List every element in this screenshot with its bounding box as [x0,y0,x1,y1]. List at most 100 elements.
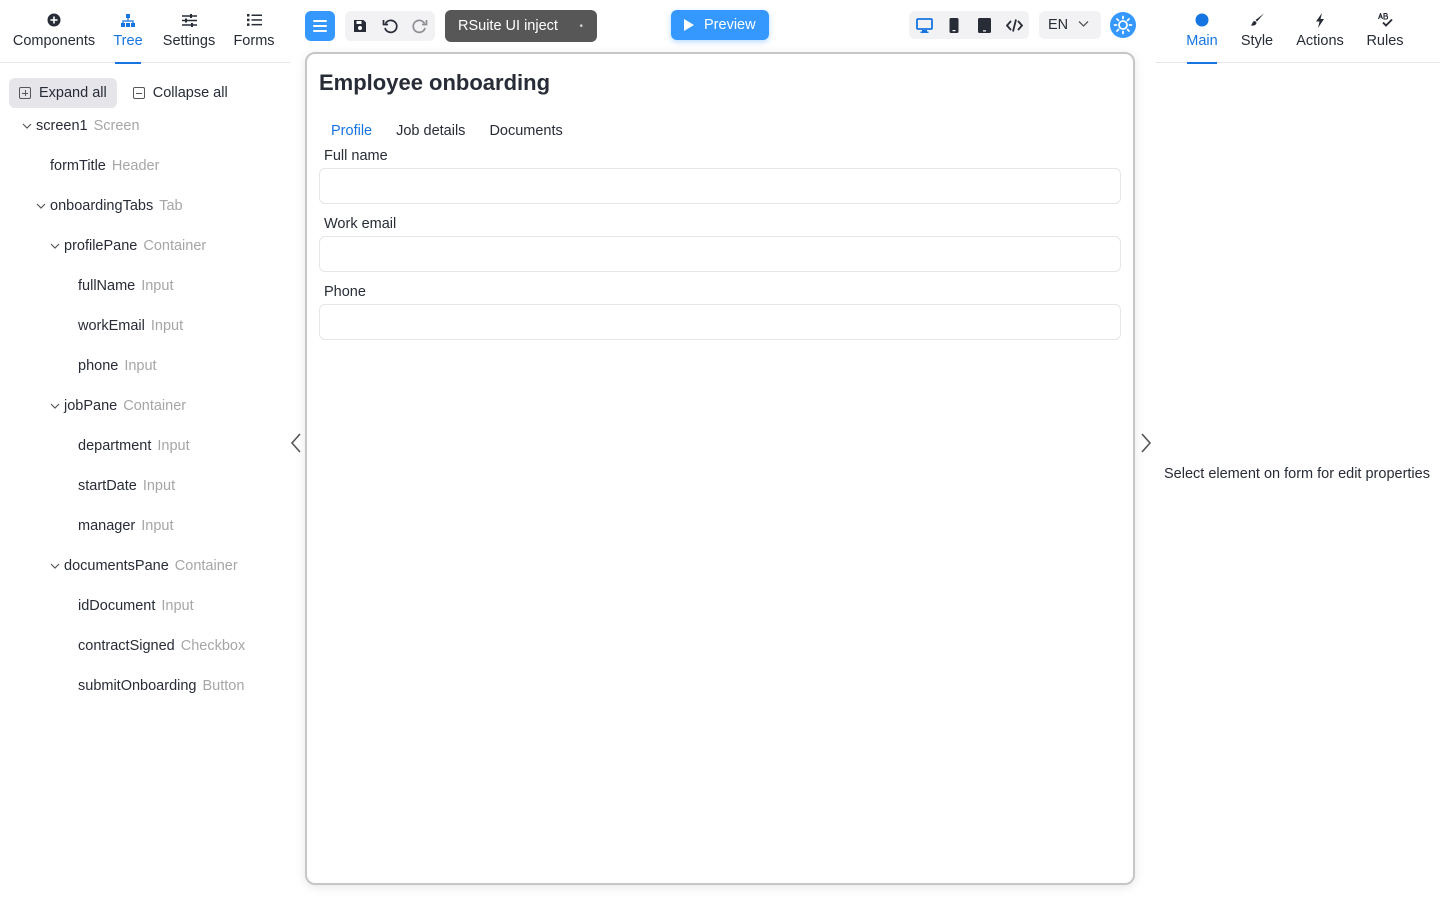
collapse-all-button[interactable]: Collapse all [123,78,238,108]
theme-toggle-button[interactable] [1110,12,1136,38]
work-email-field[interactable] [319,236,1121,272]
tree-node[interactable]: formTitle Header [50,154,159,178]
collapse-right-panel-icon[interactable] [1139,432,1153,454]
ui-library-select[interactable]: RSuite UI inject • [445,10,597,42]
list-icon [246,12,262,28]
device-switcher [909,11,1029,39]
tree-node[interactable]: workEmail Input [78,314,183,338]
tab-style[interactable]: Style [1240,0,1274,63]
form-tab-job-details[interactable]: Job details [384,119,477,143]
form-title[interactable]: Employee onboarding [319,70,550,96]
language-select[interactable]: EN [1039,11,1101,39]
work-email-label: Work email [324,216,397,232]
tree-node[interactable]: contractSigned Checkbox [78,634,245,658]
chevron-down-icon[interactable] [50,241,64,251]
history-buttons [345,11,435,41]
preview-label: Preview [704,17,756,33]
tree-toolbar: Expand all Collapse all [9,78,238,108]
tab-main[interactable]: Main [1186,0,1218,64]
tablet-view-button[interactable] [969,11,999,39]
tab-settings[interactable]: Settings [160,0,218,63]
expand-all-button[interactable]: Expand all [9,78,117,108]
tree-node-type: Container [123,398,187,414]
tree-node-type: Container [174,558,238,574]
tree-node-name: fullName [78,278,136,294]
chevron-down-icon[interactable] [36,201,50,211]
tree-node[interactable]: department Input [78,434,190,458]
tab-tree[interactable]: Tree [110,0,146,64]
chevron-down-icon[interactable] [50,561,64,571]
tree-node-type: Input [124,358,157,374]
menu-button[interactable] [305,11,335,41]
tab-label: Components [12,33,96,49]
phone-label: Phone [324,284,366,300]
undo-icon [382,19,398,34]
tree-node-type: Button [202,678,245,694]
chevron-down-icon[interactable] [50,401,64,411]
tree-node[interactable]: phone Input [78,354,157,378]
spellcheck-icon [1377,12,1393,28]
tree-node[interactable]: fullName Input [78,274,173,298]
tree-node-type: Input [150,318,184,334]
expand-all-label: Expand all [39,85,107,101]
tree-node[interactable]: screen1 Screen [22,114,140,138]
phone-field[interactable] [319,304,1121,340]
tree-node-name: manager [78,518,136,534]
tab-components[interactable]: Components [12,0,96,63]
sliders-icon [181,12,197,28]
tree-node[interactable]: onboardingTabs Tab [36,194,183,218]
preview-button[interactable]: Preview [671,10,769,40]
tab-label: Settings [162,33,216,49]
brush-icon [1250,12,1265,28]
form-tab-profile[interactable]: Profile [319,119,384,143]
plus-square-icon [19,87,31,99]
save-button[interactable] [345,11,375,41]
save-icon [354,20,366,32]
mobile-icon [949,17,959,33]
tree-node[interactable]: documentsPane Container [50,554,238,578]
tab-rules[interactable]: Rules [1366,0,1404,63]
chevron-down-icon[interactable] [22,121,36,131]
tree-node-name: profilePane [64,238,138,254]
tree-node-type: Input [141,278,174,294]
undo-button[interactable] [375,11,405,41]
desktop-icon [915,17,933,33]
collapse-left-panel-icon[interactable] [289,432,303,454]
form-tab-documents[interactable]: Documents [477,119,574,143]
full-name-field[interactable] [319,168,1121,204]
tree-node[interactable]: startDate Input [78,474,175,498]
tree-node-type: Input [141,518,174,534]
tab-forms[interactable]: Forms [232,0,276,63]
active-tab-indicator [1187,62,1217,64]
active-tab-indicator [115,62,141,64]
tree-node[interactable]: idDocument Input [78,594,194,618]
desktop-view-button[interactable] [909,11,939,39]
tab-label: Style [1240,33,1274,49]
play-icon [684,19,694,31]
tab-actions[interactable]: Actions [1295,0,1345,63]
redo-button[interactable] [405,11,435,41]
circle-icon [1195,12,1209,28]
mobile-view-button[interactable] [939,11,969,39]
tree-node-name: idDocument [78,598,156,614]
tree-node[interactable]: manager Input [78,514,173,538]
tree-node-name: workEmail [78,318,145,334]
full-name-label: Full name [324,148,388,164]
tab-label: Tree [113,33,143,49]
caret-down-icon: • [579,21,583,32]
ui-library-value: RSuite UI inject [458,18,558,34]
code-view-button[interactable] [999,11,1029,39]
tree-node-type: Container [143,238,207,254]
plus-circle-icon [47,12,61,28]
tree-node-name: onboardingTabs [50,198,154,214]
lightning-icon [1315,12,1325,28]
tree-node-name: jobPane [64,398,118,414]
tab-label: Rules [1366,33,1404,49]
tree-node-name: documentsPane [64,558,169,574]
tree-node[interactable]: profilePane Container [50,234,206,258]
tree-node[interactable]: submitOnboarding Button [78,674,244,698]
tree-node-name: startDate [78,478,137,494]
tablet-icon [977,17,991,33]
tree-node[interactable]: jobPane Container [50,394,186,418]
properties-placeholder: Select element on form for edit properti… [1164,466,1430,482]
